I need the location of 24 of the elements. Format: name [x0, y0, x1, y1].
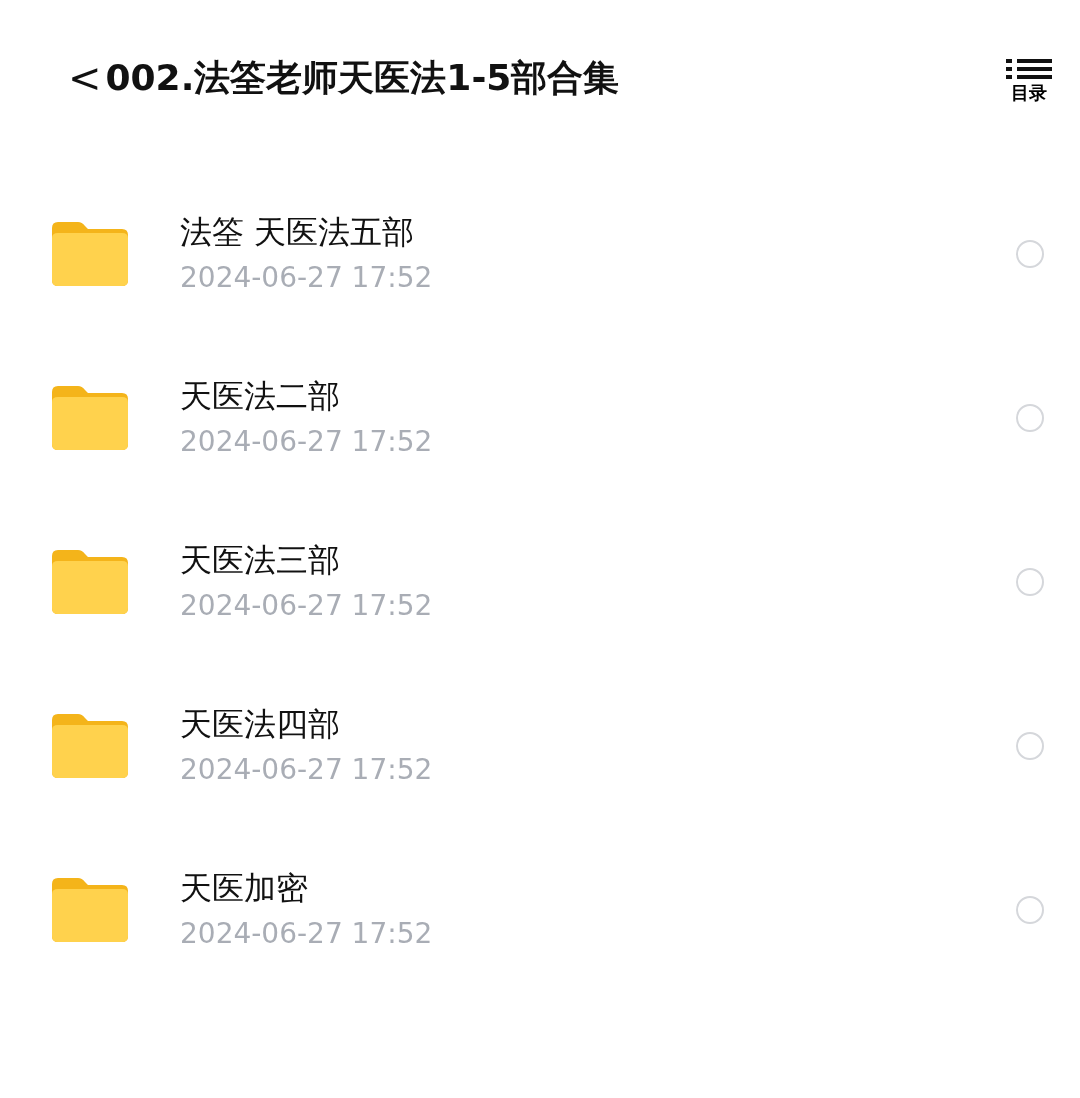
folder-name: 法筌 天医法五部: [180, 213, 416, 252]
folder-date: 2024-06-27 17:52: [180, 589, 434, 623]
select-radio[interactable]: [1016, 568, 1044, 596]
folder-name: 天医法三部: [180, 541, 341, 580]
folder-date: 2024-06-27 17:52: [180, 753, 434, 787]
folder-name: 天医加密: [180, 869, 309, 908]
folder-date: 2024-06-27 17:52: [180, 261, 434, 295]
folder-name: 天医法四部: [180, 705, 341, 744]
select-radio[interactable]: [1016, 240, 1044, 268]
table-of-contents-button[interactable]: 目录: [1006, 58, 1052, 102]
back-button[interactable]: <: [68, 58, 102, 98]
select-radio[interactable]: [1016, 732, 1044, 760]
folder-icon: [52, 876, 128, 944]
select-radio[interactable]: [1016, 404, 1044, 432]
folder-date: 2024-06-27 17:52: [180, 425, 434, 459]
folder-date: 2024-06-27 17:52: [180, 917, 434, 951]
folder-name: 天医法二部: [180, 377, 341, 416]
folder-icon: [52, 548, 128, 616]
folder-icon: [52, 220, 128, 288]
page-title: 002.法筌老师天医法1-5部合集: [105, 60, 620, 96]
list-icon: [1006, 58, 1052, 80]
folder-icon: [52, 384, 128, 452]
select-radio[interactable]: [1016, 896, 1044, 924]
folder-icon: [52, 712, 128, 780]
